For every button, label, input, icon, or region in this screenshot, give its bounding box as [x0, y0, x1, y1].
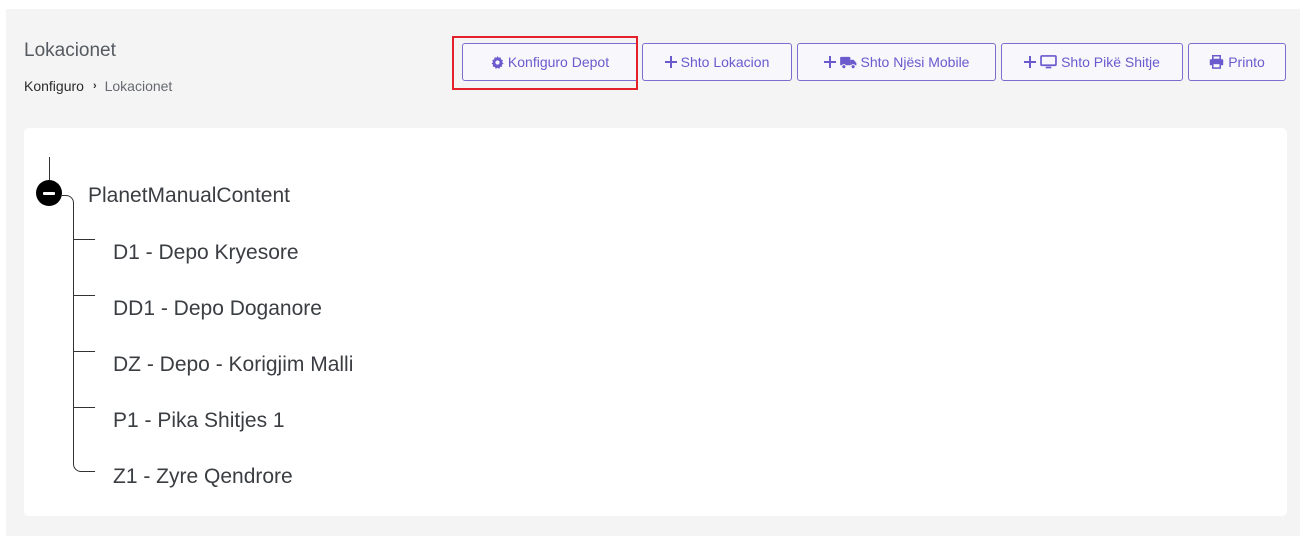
- add-mobile-unit-button[interactable]: Shto Njësi Mobile: [797, 43, 996, 81]
- tree-child-node[interactable]: D1 - Depo Kryesore: [113, 240, 299, 266]
- add-point-of-sale-label: Shto Pikë Shitje: [1061, 54, 1160, 70]
- page-title: Lokacionet: [24, 40, 116, 61]
- tree-connector-line: [73, 205, 74, 462]
- configure-depots-label: Konfiguro Depot: [507, 54, 610, 70]
- monitor-icon: [1040, 55, 1057, 69]
- add-location-label: Shto Lokacion: [680, 54, 770, 70]
- tree-child-node[interactable]: DZ - Depo - Korigjim Malli: [113, 352, 353, 378]
- tree-connector-line: [73, 295, 95, 296]
- breadcrumb: Konfiguro › Lokacionet: [24, 77, 172, 95]
- tree-connector-line: [73, 460, 95, 472]
- chevron-right-icon: ›: [92, 80, 97, 92]
- tree-connector-line: [73, 407, 95, 408]
- tree-root-node[interactable]: PlanetManualContent: [88, 183, 290, 209]
- tree-connector-line: [73, 239, 95, 240]
- breadcrumb-link-konfiguro[interactable]: Konfiguro: [24, 77, 84, 95]
- print-button[interactable]: Printo: [1188, 43, 1286, 81]
- add-location-button[interactable]: Shto Lokacion: [642, 43, 792, 81]
- plus-icon: [664, 56, 677, 68]
- add-mobile-unit-label: Shto Njësi Mobile: [860, 54, 970, 70]
- tree-child-node[interactable]: DD1 - Depo Doganore: [113, 296, 322, 322]
- truck-icon: [839, 56, 857, 69]
- gear-icon: [491, 55, 504, 69]
- tree-child-node[interactable]: P1 - Pika Shitjes 1: [113, 408, 285, 434]
- printer-icon: [1209, 55, 1224, 69]
- tree-child-node[interactable]: Z1 - Zyre Qendrore: [113, 464, 293, 490]
- configure-depots-button[interactable]: Konfiguro Depot: [462, 43, 638, 81]
- plus-icon: [823, 56, 836, 68]
- add-point-of-sale-button[interactable]: Shto Pikë Shitje: [1001, 43, 1183, 81]
- tree-connector-line: [73, 351, 95, 352]
- collapse-toggle-icon[interactable]: [36, 180, 62, 206]
- breadcrumb-current: Lokacionet: [104, 78, 173, 94]
- plus-icon: [1024, 56, 1037, 68]
- print-label: Printo: [1228, 54, 1265, 70]
